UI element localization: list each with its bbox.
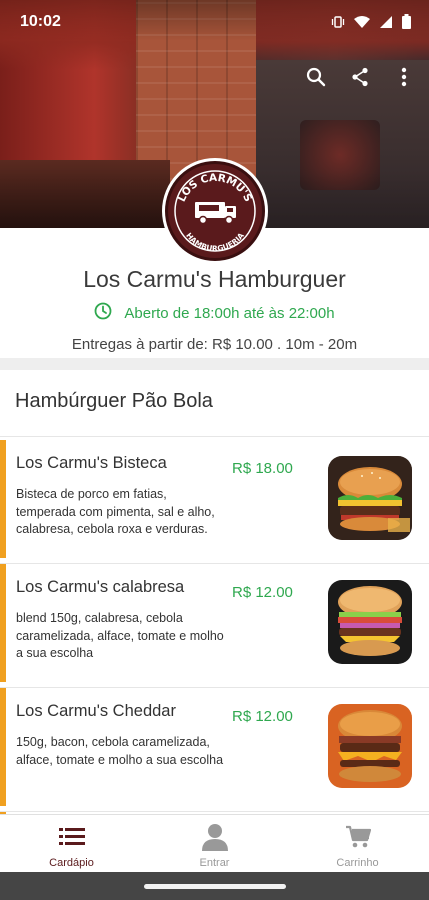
bottom-navigation: Cardápio Entrar Carrinho	[0, 814, 429, 872]
svg-text:HAMBURGUERIA: HAMBURGUERIA	[184, 231, 246, 253]
nav-label: Entrar	[199, 857, 230, 869]
product-description: 150g, bacon, cebola caramelizada, alface…	[16, 735, 224, 767]
product-description: Bisteca de porco em fatias, temperada co…	[16, 487, 215, 536]
battery-icon	[402, 14, 411, 32]
more-vert-icon[interactable]	[393, 66, 415, 88]
product-image[interactable]	[328, 704, 412, 788]
home-gesture-handle[interactable]	[144, 884, 286, 889]
store-logo: LOS CARMU'S HAMBURGUERIA	[162, 158, 268, 264]
logo-text-bottom: HAMBURGUERIA	[184, 231, 246, 253]
nav-label: Cardápio	[49, 857, 94, 869]
search-icon[interactable]	[305, 66, 327, 88]
status-time: 10:02	[20, 13, 61, 30]
logo-text-top: LOS CARMU'S	[176, 172, 254, 204]
store-hours-text: Aberto de 18:00h até às 22:00h	[124, 304, 335, 322]
nav-entrar[interactable]: Entrar	[143, 815, 286, 872]
product-item[interactable]: Los Carmu's calabresa R$ 12.00 blend 150…	[0, 564, 429, 688]
clock-icon	[94, 302, 112, 324]
product-image[interactable]	[328, 580, 412, 664]
section-divider	[0, 358, 429, 370]
person-icon	[201, 823, 228, 851]
signal-icon	[379, 15, 393, 32]
cart-icon	[345, 823, 371, 851]
status-bar: 10:02	[0, 0, 429, 44]
product-price: R$ 12.00	[232, 584, 293, 601]
product-item[interactable]: Los Carmu's Cheddar R$ 12.00 150g, bacon…	[0, 688, 429, 812]
product-image[interactable]	[328, 456, 412, 540]
nav-label: Carrinho	[336, 857, 379, 869]
system-gesture-bar	[0, 872, 429, 900]
store-hours: Aberto de 18:00h até às 22:00h	[0, 302, 429, 324]
delivery-info: Entregas à partir de: R$ 10.00 . 10m - 2…	[71, 336, 358, 353]
product-list: Los Carmu's Bisteca R$ 18.00 Bisteca de …	[0, 440, 429, 822]
product-price: R$ 18.00	[232, 460, 293, 477]
svg-text:LOS CARMU'S: LOS CARMU'S	[176, 172, 254, 204]
product-price: R$ 12.00	[232, 708, 293, 725]
nav-cardapio[interactable]: Cardápio	[0, 815, 143, 872]
store-name: Los Carmu's Hamburguer	[83, 266, 346, 292]
product-description: blend 150g, calabresa, cebola carameliza…	[16, 611, 224, 660]
product-name: Los Carmu's Cheddar	[16, 702, 176, 720]
nav-carrinho[interactable]: Carrinho	[286, 815, 429, 872]
menu-list-icon	[58, 823, 85, 851]
food-truck-icon	[195, 202, 236, 225]
product-name: Los Carmu's calabresa	[16, 578, 185, 596]
product-item[interactable]: Los Carmu's Bisteca R$ 18.00 Bisteca de …	[0, 440, 429, 564]
vibrate-icon	[331, 15, 345, 32]
category-title: Hambúrguer Pão Bola	[15, 390, 213, 412]
wifi-icon	[354, 15, 370, 32]
share-icon[interactable]	[349, 66, 371, 88]
product-name: Los Carmu's Bisteca	[16, 454, 167, 472]
